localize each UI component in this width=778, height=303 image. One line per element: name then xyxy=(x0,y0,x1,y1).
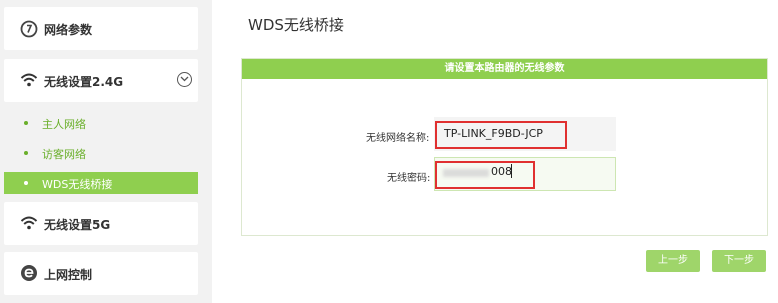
sidebar-subitem-label: WDS无线桥接 xyxy=(42,178,113,191)
browser-e-icon xyxy=(21,265,37,281)
prev-button[interactable]: 上一步 xyxy=(646,250,700,272)
sidebar-item-wireless-24g[interactable]: 无线设置2.4G xyxy=(4,59,198,102)
network-params-icon xyxy=(20,20,38,38)
bullet-icon xyxy=(24,121,28,125)
wifi-icon xyxy=(20,216,38,230)
next-button[interactable]: 下一步 xyxy=(712,250,766,272)
bullet-icon xyxy=(24,151,28,155)
sidebar-subitem-wds-bridge[interactable]: WDS无线桥接 xyxy=(4,172,198,194)
sidebar: 网络参数 无线设置2.4G 主人网络 访客网络 WDS无线桥接 无线设置5G 上… xyxy=(0,0,212,303)
ssid-highlight-box xyxy=(435,121,567,149)
bullet-icon xyxy=(24,181,28,185)
sidebar-subitem-label: 主人网络 xyxy=(42,118,86,131)
sidebar-item-access-control[interactable]: 上网控制 xyxy=(4,252,198,295)
sidebar-item-label: 网络参数 xyxy=(44,23,93,37)
sidebar-item-wireless-5g[interactable]: 无线设置5G xyxy=(4,202,198,245)
password-highlight-box xyxy=(435,161,535,189)
sidebar-subitem-main-network[interactable]: 主人网络 xyxy=(4,112,198,134)
wifi-icon xyxy=(20,73,38,87)
password-label: 无线密码: xyxy=(387,173,431,184)
panel-header: 请设置本路由器的无线参数 xyxy=(242,59,767,79)
sidebar-subitem-guest-network[interactable]: 访客网络 xyxy=(4,142,198,164)
sidebar-item-network-params[interactable]: 网络参数 xyxy=(4,7,198,50)
wireless-settings-panel: 请设置本路由器的无线参数 无线网络名称: TP-LINK_F9BD-JCP 无线… xyxy=(241,58,768,236)
page-title: WDS无线桥接 xyxy=(248,16,344,34)
sidebar-item-label: 无线设置2.4G xyxy=(44,75,124,89)
sidebar-item-label: 上网控制 xyxy=(44,268,93,282)
sidebar-item-label: 无线设置5G xyxy=(44,218,111,232)
ssid-label: 无线网络名称: xyxy=(366,133,430,144)
sidebar-subitem-label: 访客网络 xyxy=(42,148,86,161)
chevron-down-icon[interactable] xyxy=(177,72,192,87)
